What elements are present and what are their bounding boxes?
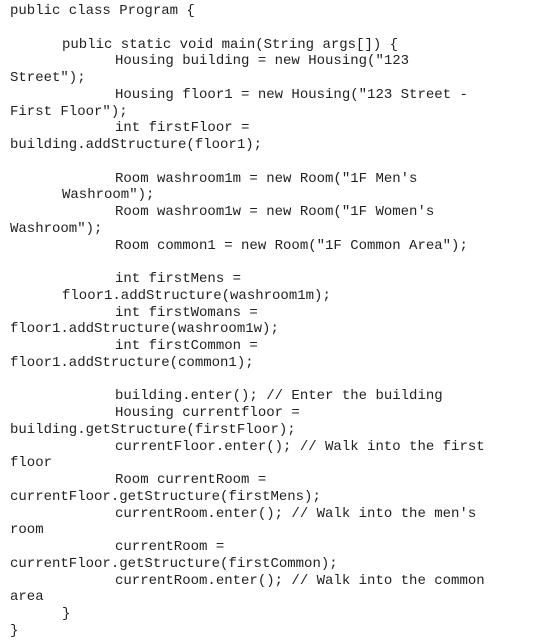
code-line: Room currentRoom =: [115, 472, 267, 488]
code-line: currentRoom.enter(); // Walk into the co…: [115, 572, 485, 589]
code-line: currentFloor.getStructure(firstCommon);: [10, 555, 338, 572]
code-line: public static void main(String args[]) {: [62, 36, 399, 53]
code-line: int firstFloor =: [115, 120, 250, 137]
code-line: }: [62, 606, 71, 622]
code-line: Street");: [10, 70, 86, 86]
code-line: building.enter(); // Enter the building: [115, 388, 443, 405]
code-line: floor1.addStructure(washroom1w);: [10, 321, 279, 338]
code-line: area: [10, 589, 44, 606]
code-line: Room washroom1m = new Room("1F Men's: [115, 170, 418, 187]
code-line: floor1.addStructure(washroom1m);: [62, 287, 331, 304]
code-line: int firstCommon =: [115, 338, 258, 354]
code-line: Washroom");: [62, 187, 155, 204]
code-line: currentRoom =: [115, 539, 225, 555]
code-line: int firstWomans =: [115, 304, 258, 321]
code-line: room: [10, 522, 44, 539]
code-line: currentFloor.enter(); // Walk into the f…: [115, 438, 485, 455]
code-line: Housing building = new Housing("123: [115, 53, 410, 70]
code-line: Housing currentfloor =: [115, 405, 300, 421]
code-line: public class Program {: [10, 3, 195, 19]
code-line: }: [10, 622, 19, 639]
code-line: int firstMens =: [115, 271, 242, 287]
code-line: building.addStructure(floor1);: [10, 137, 263, 153]
code-line: floor1.addStructure(common1);: [10, 354, 254, 371]
code-line: currentFloor.getStructure(firstMens);: [10, 488, 321, 505]
code-line: building.getStructure(firstFloor);: [10, 421, 296, 438]
code-line: Housing floor1 = new Housing("123 Street…: [115, 86, 468, 103]
code-line: Room washroom1w = new Room("1F Women's: [115, 204, 435, 220]
code-line: floor: [10, 455, 53, 472]
code-block: public class Program { public static void…: [10, 3, 485, 640]
code-line: Room common1 = new Room("1F Common Area"…: [115, 237, 468, 254]
code-line: currentRoom.enter(); // Walk into the me…: [115, 505, 477, 522]
code-line: First Floor");: [10, 103, 128, 120]
code-line: Washroom");: [10, 220, 103, 237]
